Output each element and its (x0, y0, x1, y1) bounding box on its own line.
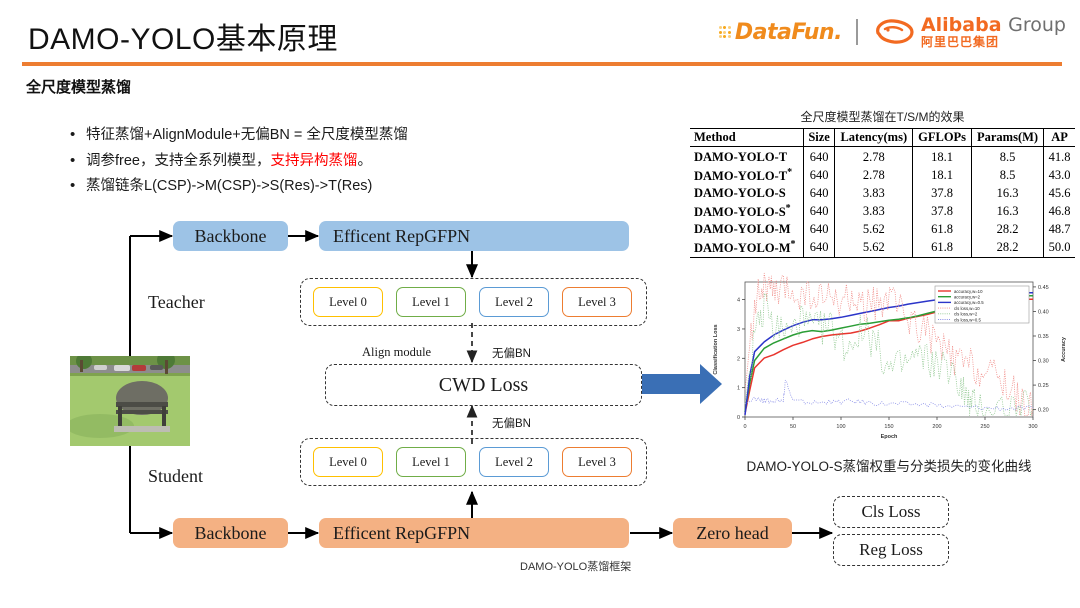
diagram-connectors (129, 230, 834, 539)
slide-root: DAMO-YOLO基本原理 全尺度模型蒸馏 DataFun. Alibaba G… (0, 0, 1080, 608)
